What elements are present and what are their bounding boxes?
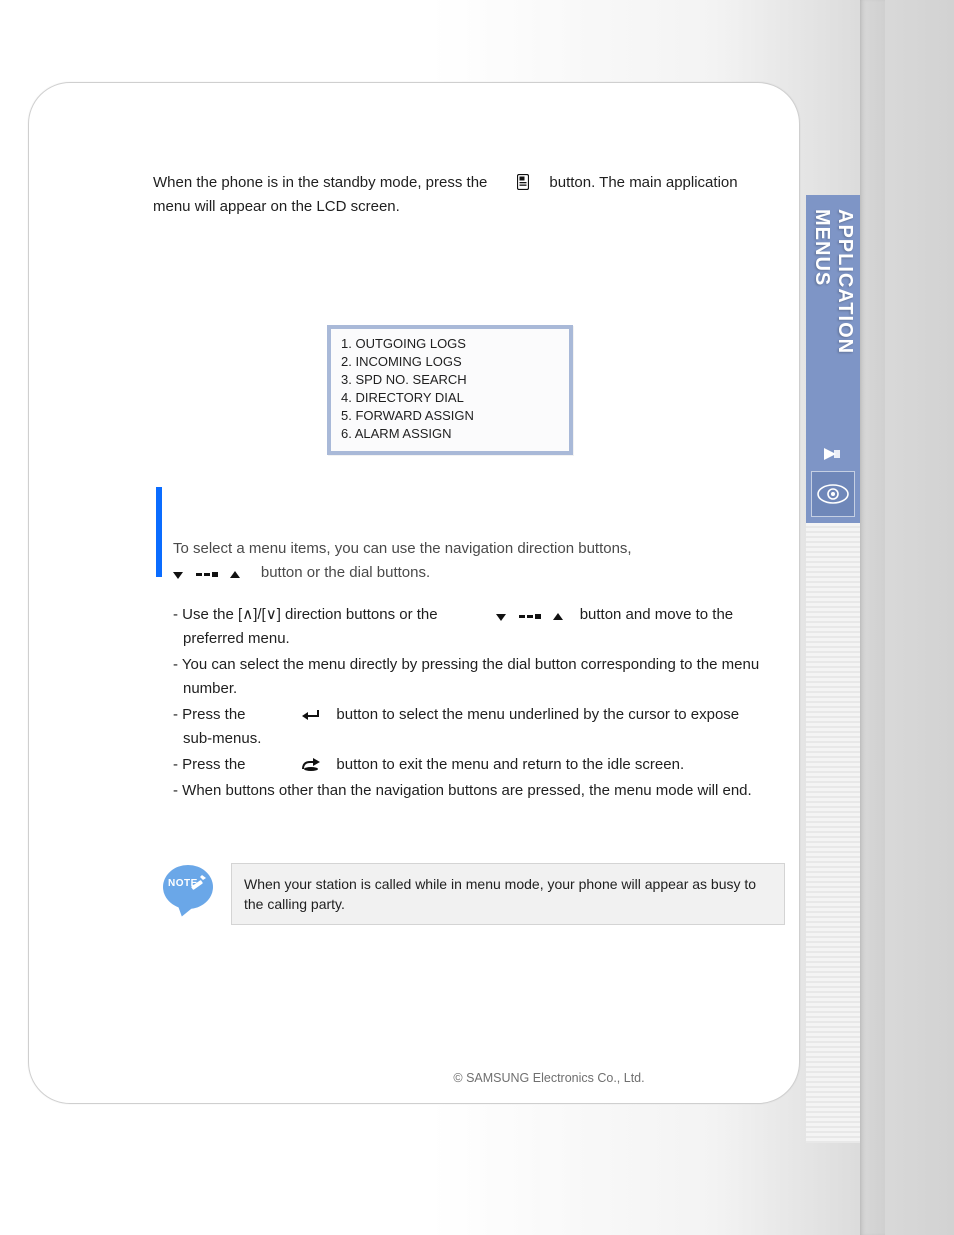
tip-row: - Use the [∧]/[∨] direction buttons or t…	[173, 603, 763, 651]
select-line-1: To select a menu items, you can use the …	[173, 537, 763, 561]
up-arrow-icon	[553, 612, 563, 622]
note-badge-icon: NOTE	[161, 863, 217, 919]
copyright-footer: © SAMSUNG Electronics Co., Ltd.	[29, 1071, 799, 1085]
tip-text: ] direction buttons or the	[277, 606, 438, 623]
lcd-menu-item: 4. DIRECTORY DIAL	[341, 389, 559, 407]
caret-up-icon: ∧	[242, 606, 253, 623]
section-tab-application-menus: APPLICATION MENUS	[806, 195, 860, 523]
note-callout: NOTE When your station is called while i…	[161, 863, 785, 925]
section-accent-bar	[156, 487, 162, 577]
tip-text: - Press the	[173, 756, 246, 773]
tip-row: - When buttons other than the navigation…	[173, 779, 763, 803]
exit-button-icon	[300, 758, 320, 772]
tips-list: - Use the [∧]/[∨] direction buttons or t…	[173, 603, 763, 805]
lcd-menu-item: 1. OUTGOING LOGS	[341, 335, 559, 353]
right-gutter	[860, 0, 885, 1235]
enter-button-icon	[300, 708, 320, 722]
menu-button-icon	[517, 174, 529, 190]
lcd-menu-item: 5. FORWARD ASSIGN	[341, 407, 559, 425]
down-arrow-icon	[173, 570, 183, 580]
up-arrow-icon	[230, 570, 240, 580]
intro-paragraph: When the phone is in the standby mode, p…	[153, 171, 763, 219]
lcd-menu-item: 6. ALARM ASSIGN	[341, 425, 559, 443]
tip-text: button to exit the menu and return to th…	[336, 756, 684, 773]
tip-text: ]/[	[253, 606, 266, 623]
tip-text: button to select the menu underlined by …	[183, 706, 739, 747]
document-canvas: APPLICATION MENUS When the phone is in t…	[0, 0, 954, 1235]
select-line-2: button or the dial buttons.	[261, 564, 430, 581]
document-page: When the phone is in the standby mode, p…	[28, 82, 800, 1104]
lcd-menu-item: 2. INCOMING LOGS	[341, 353, 559, 371]
pencil-icon	[189, 873, 207, 891]
caret-down-icon: ∨	[266, 606, 277, 623]
scroll-key-icon	[196, 570, 218, 580]
tip-row: - You can select the menu directly by pr…	[173, 653, 763, 701]
tip-text: - When buttons other than the navigation…	[173, 782, 752, 799]
lcd-menu-box: 1. OUTGOING LOGS 2. INCOMING LOGS 3. SPD…	[327, 325, 573, 455]
eye-icon	[811, 471, 855, 517]
side-stripe-area	[806, 523, 860, 1143]
tip-text: - Use the [	[173, 606, 242, 623]
tip-text: - Press the	[173, 706, 246, 723]
tip-row: - Press the button to exit the menu and …	[173, 753, 763, 777]
section-tab-arrow-icon	[806, 443, 860, 465]
section-tab-label: APPLICATION MENUS	[806, 195, 860, 415]
tip-text: - You can select the menu directly by pr…	[173, 656, 759, 697]
note-text: When your station is called while in men…	[231, 863, 785, 925]
scroll-key-icon	[519, 612, 541, 622]
intro-text-1: When the phone is in the standby mode, p…	[153, 174, 487, 191]
lcd-menu-item: 3. SPD NO. SEARCH	[341, 371, 559, 389]
select-instruction: To select a menu items, you can use the …	[173, 537, 763, 585]
down-arrow-icon	[496, 612, 506, 622]
tip-row: - Press the button to select the menu un…	[173, 703, 763, 751]
